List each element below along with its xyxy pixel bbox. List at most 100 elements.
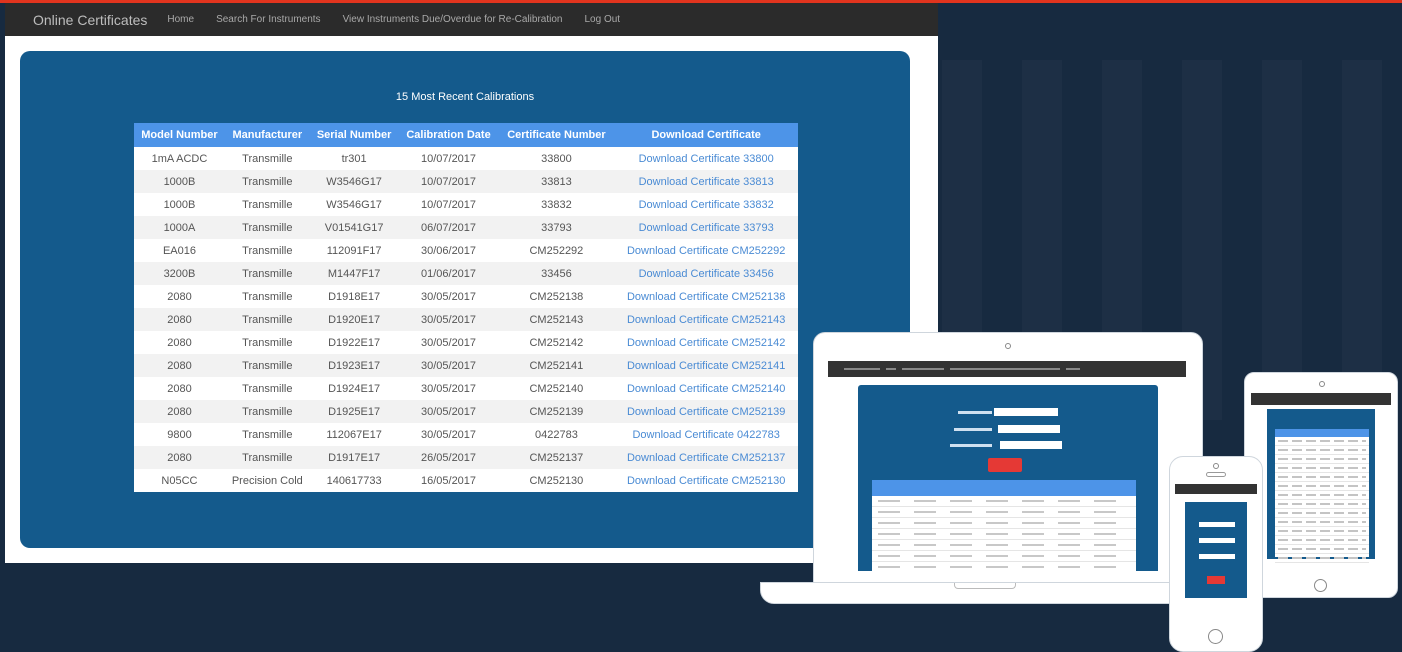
- cell-download-link[interactable]: Download Certificate CM252143: [614, 308, 798, 331]
- cell-serial-number: D1925E17: [309, 400, 399, 423]
- cell-model-number: N05CC: [161, 474, 198, 487]
- cell-calibration-date: 10/07/2017: [398, 170, 499, 193]
- cell-manufacturer: Transmille: [242, 382, 293, 395]
- cell-model-number: 1000B: [163, 198, 196, 211]
- cell-manufacturer: Transmille: [224, 400, 310, 423]
- cell-download-link[interactable]: Download Certificate 33456: [614, 262, 798, 285]
- laptop-results-table: [872, 480, 1136, 571]
- phone-mockup: [1169, 456, 1263, 652]
- cell-serial-number: 112091F17: [326, 244, 382, 257]
- cell-download-link[interactable]: Download Certificate CM252130: [614, 469, 798, 492]
- cell-calibration-date: 30/05/2017: [420, 336, 477, 349]
- browser-window: Online Certificates Home Search For Inst…: [5, 3, 938, 563]
- laptop-screen: [828, 361, 1186, 571]
- table-row: 2080 Transmille D1925E17 30/05/2017 CM252139…: [134, 400, 798, 423]
- nav-search-instruments[interactable]: Search For Instruments: [216, 14, 320, 25]
- cell-manufacturer: Transmille: [224, 170, 310, 193]
- cell-model-number: 1000A: [134, 216, 225, 239]
- cell-certificate-number: CM252142: [529, 336, 584, 349]
- cell-model-number: 2080: [167, 290, 192, 303]
- cell-manufacturer: Transmille: [224, 262, 310, 285]
- header-model-number: Model Number: [134, 123, 225, 147]
- cell-model-number: 2080: [167, 382, 192, 395]
- panel-title: 15 Most Recent Calibrations: [395, 91, 535, 103]
- cell-certificate-number: 0422783: [534, 428, 578, 441]
- nav-log-out[interactable]: Log Out: [584, 14, 620, 25]
- cell-model-number: 2080: [134, 400, 225, 423]
- cell-download-link[interactable]: Download Certificate 33832: [614, 193, 798, 216]
- cell-model-number: 2080: [134, 446, 225, 469]
- cell-calibration-date: 06/07/2017: [398, 216, 499, 239]
- table-row: 1000B Transmille W3546G17 10/07/2017 33813 Do…: [134, 170, 798, 193]
- cell-download-link[interactable]: Download Certificate CM252140: [614, 377, 798, 400]
- cell-certificate-number: CM252292: [529, 244, 584, 257]
- cell-download-link[interactable]: Download Certificate 33800: [614, 147, 798, 170]
- table-row: 2080 Transmille D1924E17 30/05/2017 CM252140…: [134, 377, 798, 400]
- cell-calibration-date: 30/05/2017: [398, 354, 499, 377]
- cell-certificate-number: CM252138: [529, 290, 584, 303]
- laptop-serial-input: [994, 408, 1058, 416]
- cell-certificate-number: CM252137: [498, 446, 615, 469]
- cell-calibration-date: 16/05/2017: [420, 474, 477, 487]
- table-row: 2080 Transmille D1920E17 30/05/2017 CM252143…: [134, 308, 798, 331]
- cell-calibration-date: 30/05/2017: [420, 290, 477, 303]
- tablet-results-table: [1275, 429, 1369, 563]
- cell-manufacturer: Transmille: [224, 446, 310, 469]
- cell-download-link[interactable]: Download Certificate 0422783: [614, 423, 798, 446]
- cell-calibration-date: 10/07/2017: [420, 198, 477, 211]
- home-button-icon: [1208, 629, 1223, 644]
- calibrations-table: Model Number Manufacturer Serial Number …: [134, 123, 798, 492]
- cell-model-number: 2080: [134, 308, 225, 331]
- cell-manufacturer: Transmille: [224, 216, 310, 239]
- cell-certificate-number: CM252143: [498, 308, 615, 331]
- camera-icon: [1213, 463, 1219, 469]
- cell-serial-number: 112067E17: [326, 428, 382, 441]
- cell-certificate-number: 33793: [498, 216, 615, 239]
- navbar: Online Certificates Home Search For Inst…: [5, 3, 938, 36]
- cell-download-link[interactable]: Download Certificate CM252141: [614, 354, 798, 377]
- speaker-icon: [1206, 472, 1226, 477]
- table-row: 2080 Transmille D1923E17 30/05/2017 CM252141…: [134, 354, 798, 377]
- cell-model-number: 2080: [134, 354, 225, 377]
- cell-model-number: 9800: [167, 428, 192, 441]
- cell-download-link[interactable]: Download Certificate CM252138: [614, 285, 798, 308]
- brand-link[interactable]: Online Certificates: [33, 12, 147, 28]
- cell-calibration-date: 30/05/2017: [398, 400, 499, 423]
- cell-manufacturer: Transmille: [242, 428, 293, 441]
- cell-manufacturer: Transmille: [242, 244, 293, 257]
- cell-calibration-date: 26/05/2017: [398, 446, 499, 469]
- cell-certificate-number: CM252139: [498, 400, 615, 423]
- table-row: 2080 Transmille D1918E17 30/05/2017 CM252138…: [134, 285, 798, 308]
- laptop-mockup: [813, 332, 1203, 584]
- cell-manufacturer: Transmille: [224, 308, 310, 331]
- cell-download-link[interactable]: Download Certificate 33793: [614, 216, 798, 239]
- table-row: N05CC Precision Cold 140617733 16/05/2017 CM…: [134, 469, 798, 492]
- cell-manufacturer: Transmille: [224, 354, 310, 377]
- table-row: 3200B Transmille M1447F17 01/06/2017 33456 Do…: [134, 262, 798, 285]
- phone-screen: [1175, 484, 1257, 624]
- cell-serial-number: D1917E17: [309, 446, 399, 469]
- cell-certificate-number: 33832: [541, 198, 572, 211]
- cell-certificate-number: 33456: [498, 262, 615, 285]
- cell-serial-number: D1923E17: [309, 354, 399, 377]
- table-row: 1000A Transmille V01541G17 06/07/2017 33793 D…: [134, 216, 798, 239]
- cell-model-number: 2080: [167, 336, 192, 349]
- laptop-certificate-input: [998, 425, 1060, 433]
- cell-download-link[interactable]: Download Certificate CM252142: [614, 331, 798, 354]
- cell-serial-number: D1918E17: [328, 290, 381, 303]
- nav-due-overdue[interactable]: View Instruments Due/Overdue for Re-Cali…: [343, 14, 563, 25]
- cell-download-link[interactable]: Download Certificate CM252137: [614, 446, 798, 469]
- cell-download-link[interactable]: Download Certificate CM252139: [614, 400, 798, 423]
- cell-download-link[interactable]: Download Certificate CM252292: [614, 239, 798, 262]
- cell-manufacturer: Transmille: [242, 336, 293, 349]
- cell-model-number: 1mA ACDC: [151, 152, 208, 165]
- cell-model-number: EA016: [162, 244, 196, 257]
- cell-manufacturer: Transmille: [242, 152, 293, 165]
- nav-home[interactable]: Home: [167, 14, 194, 25]
- cell-download-link[interactable]: Download Certificate 33813: [614, 170, 798, 193]
- cell-serial-number: tr301: [341, 152, 367, 165]
- cell-certificate-number: CM252140: [529, 382, 584, 395]
- cell-serial-number: W3546G17: [326, 198, 382, 211]
- header-certificate-number: Certificate Number: [498, 123, 615, 147]
- table-row: 1000B Transmille W3546G17 10/07/2017 33832 Do…: [134, 193, 798, 216]
